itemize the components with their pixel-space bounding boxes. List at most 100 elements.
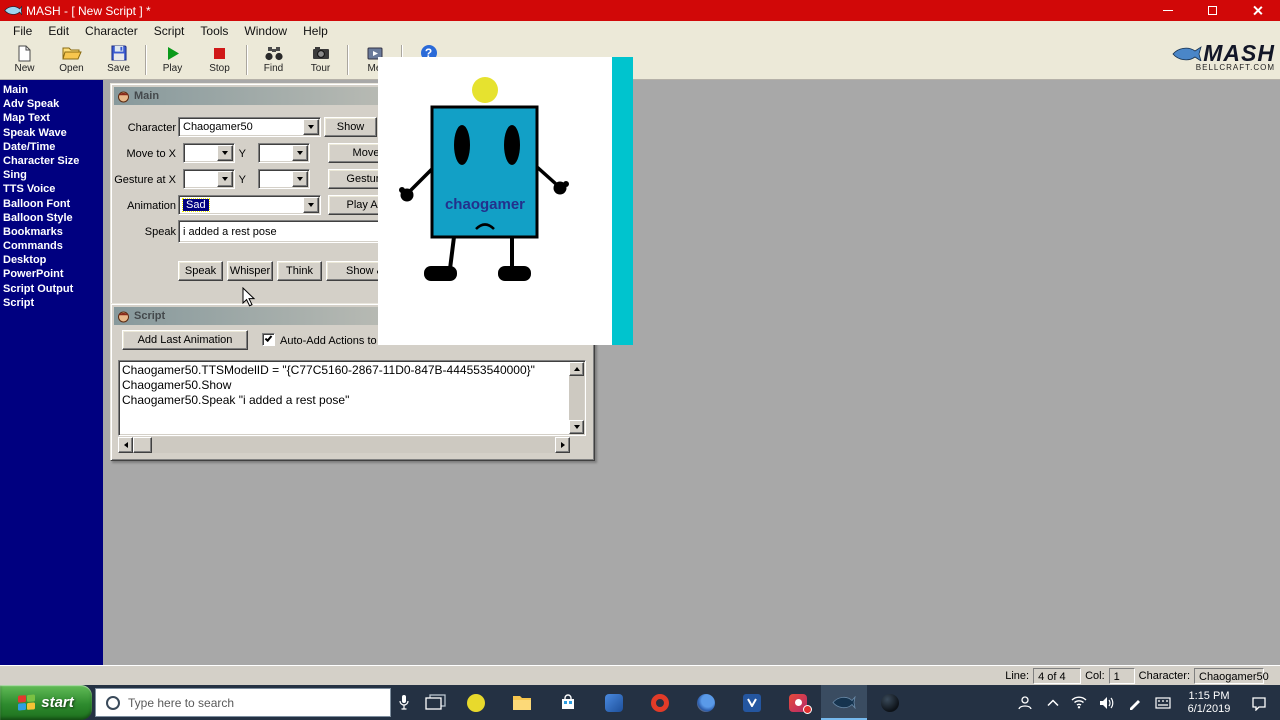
agent-character-window[interactable]: chaogamer bbox=[378, 57, 633, 345]
sidebar-item-desktop[interactable]: Desktop bbox=[3, 253, 103, 267]
sidebar-item-adv-speak[interactable]: Adv Speak bbox=[3, 97, 103, 111]
menu-help[interactable]: Help bbox=[295, 22, 336, 40]
find-button[interactable]: Find bbox=[250, 42, 297, 79]
taskbar-app-red-ring[interactable] bbox=[637, 685, 683, 720]
animation-combobox[interactable]: Sad bbox=[178, 195, 321, 215]
stop-button[interactable]: Stop bbox=[196, 42, 243, 79]
sidebar-item-balloon-style[interactable]: Balloon Style bbox=[3, 211, 103, 225]
auto-add-checkbox[interactable] bbox=[262, 333, 275, 346]
sidebar-item-script-output[interactable]: Script Output bbox=[3, 282, 103, 296]
animation-combobox-field[interactable]: Sad bbox=[178, 195, 321, 215]
browser-orb-icon bbox=[697, 693, 715, 712]
new-document-icon bbox=[17, 44, 32, 62]
play-button[interactable]: Play bbox=[149, 42, 196, 79]
sidebar-item-balloon-font[interactable]: Balloon Font bbox=[3, 197, 103, 211]
scroll-left-button[interactable] bbox=[118, 437, 133, 453]
taskbar-app-browser-orb[interactable] bbox=[683, 685, 729, 720]
window-controls bbox=[1145, 0, 1280, 21]
window-title: MASH - [ New Script ] * bbox=[26, 3, 151, 18]
character-combobox[interactable]: Chaogamer50 bbox=[178, 117, 321, 137]
scroll-down-button[interactable] bbox=[569, 420, 584, 434]
vertical-scrollbar[interactable] bbox=[569, 362, 584, 434]
windows-flag-icon bbox=[18, 694, 36, 711]
scrollbar-thumb[interactable] bbox=[133, 437, 152, 453]
sidebar-item-date-time[interactable]: Date/Time bbox=[3, 140, 103, 154]
move-y-combobox[interactable] bbox=[258, 143, 310, 163]
sidebar-item-powerpoint[interactable]: PowerPoint bbox=[3, 267, 103, 281]
menu-edit[interactable]: Edit bbox=[40, 22, 77, 40]
move-y-arrow[interactable] bbox=[292, 145, 308, 161]
task-view-button[interactable] bbox=[417, 685, 453, 720]
clock-date: 6/1/2019 bbox=[1187, 702, 1231, 715]
taskbar-app-file-explorer[interactable] bbox=[499, 685, 545, 720]
taskbar-app-dark-circle[interactable] bbox=[867, 685, 913, 720]
scroll-up-button[interactable] bbox=[569, 362, 584, 376]
taskbar-search-box[interactable] bbox=[95, 688, 391, 717]
sidebar-item-sing[interactable]: Sing bbox=[3, 168, 103, 182]
show-button[interactable]: Show bbox=[324, 117, 377, 137]
volume-icon[interactable] bbox=[1094, 685, 1120, 720]
menu-file[interactable]: File bbox=[5, 22, 40, 40]
sidebar-item-bookmarks[interactable]: Bookmarks bbox=[3, 225, 103, 239]
agent-character[interactable]: chaogamer bbox=[378, 57, 612, 345]
people-icon[interactable] bbox=[1010, 685, 1040, 720]
sidebar-item-character-size[interactable]: Character Size bbox=[3, 154, 103, 168]
triangle-down-icon bbox=[573, 425, 580, 429]
minimize-button[interactable] bbox=[1145, 0, 1190, 21]
gesture-y-arrow[interactable] bbox=[292, 171, 308, 187]
animation-combobox-arrow[interactable] bbox=[303, 197, 319, 213]
move-to-x-label: Move to X bbox=[126, 148, 176, 160]
mouse-cursor bbox=[242, 287, 256, 307]
sidebar-item-speak-wave[interactable]: Speak Wave bbox=[3, 126, 103, 140]
sidebar-item-map-text[interactable]: Map Text bbox=[3, 111, 103, 125]
window-titlebar[interactable]: MASH - [ New Script ] * bbox=[0, 0, 1280, 21]
maximize-button[interactable] bbox=[1190, 0, 1235, 21]
taskbar-clock[interactable]: 1:15 PM 6/1/2019 bbox=[1178, 690, 1240, 716]
start-button[interactable]: start bbox=[0, 685, 92, 720]
sidebar-item-script[interactable]: Script bbox=[3, 296, 103, 310]
action-center-icon[interactable] bbox=[1242, 685, 1276, 720]
open-button[interactable]: Open bbox=[48, 42, 95, 79]
cortana-circle-icon bbox=[106, 695, 120, 710]
add-last-animation-button[interactable]: Add Last Animation bbox=[122, 330, 248, 350]
gesture-y-combobox[interactable] bbox=[258, 169, 310, 189]
triangle-right-icon bbox=[560, 442, 565, 448]
speak-button[interactable]: Speak bbox=[178, 261, 223, 281]
taskbar-app-ball[interactable] bbox=[453, 685, 499, 720]
horizontal-scrollbar[interactable] bbox=[118, 437, 570, 453]
taskbar-app-mash[interactable] bbox=[821, 685, 867, 720]
taskbar-app-store[interactable] bbox=[545, 685, 591, 720]
menu-window[interactable]: Window bbox=[236, 22, 295, 40]
whisper-button[interactable]: Whisper bbox=[227, 261, 273, 281]
menu-character[interactable]: Character bbox=[77, 22, 146, 40]
chevron-down-icon bbox=[308, 203, 314, 207]
touch-keyboard-icon[interactable] bbox=[1150, 685, 1176, 720]
menu-tools[interactable]: Tools bbox=[192, 22, 236, 40]
scroll-right-button[interactable] bbox=[555, 437, 570, 453]
maximize-icon bbox=[1208, 6, 1217, 15]
script-text-area[interactable]: Chaogamer50.TTSModelID = "{C77C5160-2867… bbox=[118, 360, 586, 436]
search-input[interactable] bbox=[128, 695, 358, 710]
menu-script[interactable]: Script bbox=[146, 22, 193, 40]
script-panel-title: Script bbox=[134, 310, 166, 322]
taskbar-app-photos[interactable] bbox=[775, 685, 821, 720]
sidebar-item-main[interactable]: Main bbox=[3, 83, 103, 97]
close-button[interactable] bbox=[1235, 0, 1280, 21]
chevron-up-icon[interactable] bbox=[1042, 685, 1064, 720]
character-combobox-value[interactable]: Chaogamer50 bbox=[178, 117, 321, 137]
taskbar-app-blue[interactable] bbox=[591, 685, 637, 720]
sidebar-item-tts-voice[interactable]: TTS Voice bbox=[3, 182, 103, 196]
network-wifi-icon[interactable] bbox=[1066, 685, 1092, 720]
character-combobox-arrow[interactable] bbox=[303, 119, 319, 135]
tour-button[interactable]: Tour bbox=[297, 42, 344, 79]
brand-name: MASH bbox=[1203, 40, 1275, 66]
new-button[interactable]: New bbox=[1, 42, 48, 79]
microphone-icon[interactable] bbox=[391, 685, 417, 720]
think-button[interactable]: Think bbox=[277, 261, 322, 281]
pen-icon[interactable] bbox=[1122, 685, 1148, 720]
save-button[interactable]: Save bbox=[95, 42, 142, 79]
taskbar-app-v[interactable] bbox=[729, 685, 775, 720]
brand-logo: MASH BELLCRAFT.COM bbox=[1172, 40, 1275, 72]
agent-canvas[interactable]: chaogamer bbox=[378, 57, 612, 345]
sidebar-item-commands[interactable]: Commands bbox=[3, 239, 103, 253]
